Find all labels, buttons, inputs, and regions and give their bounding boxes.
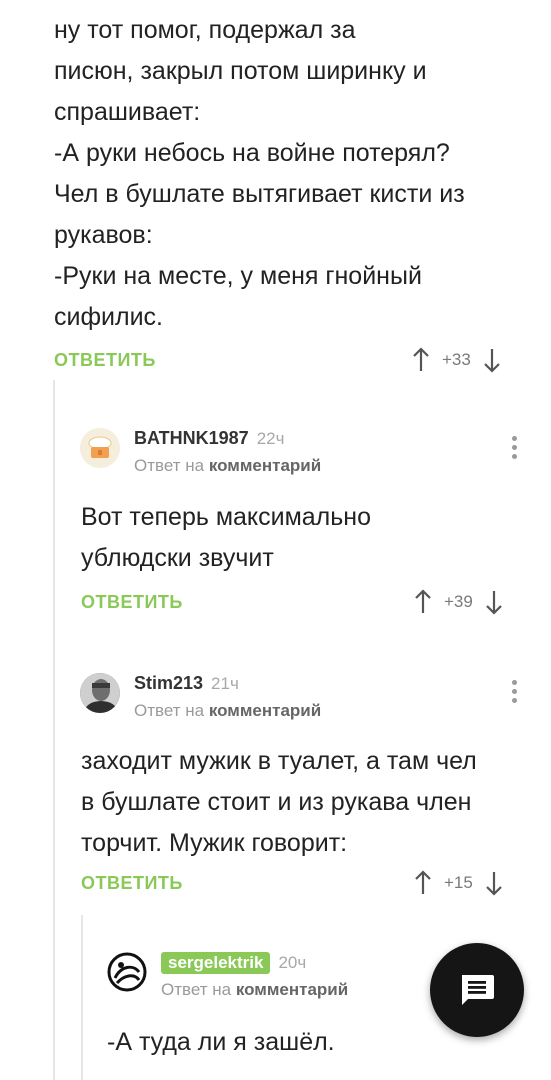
timestamp: 22ч [256, 429, 285, 448]
reply-to: Ответ на комментарий [161, 980, 348, 1000]
upvote-icon[interactable] [414, 589, 432, 615]
comment-line: Вот теперь максимально [81, 503, 372, 531]
comment-line: торчит. Мужик говорит: [81, 829, 348, 857]
reply-to-link[interactable]: комментарий [236, 980, 348, 999]
comment-body: ну тот помог, подержал за писюн, закрыл … [54, 10, 534, 338]
timestamp: 21ч [211, 674, 239, 693]
reply-to: Ответ на комментарий [134, 701, 321, 721]
downvote-icon[interactable] [485, 870, 503, 896]
username[interactable]: sergelektrik [161, 952, 271, 974]
comment-line: ну тот помог, подержал за [54, 16, 356, 44]
downvote-icon[interactable] [485, 589, 503, 615]
downvote-icon[interactable] [483, 347, 501, 373]
comment-meta: Stim213 21ч Ответ на комментарий [134, 673, 321, 721]
logo-avatar-icon[interactable] [107, 952, 147, 992]
reply-to-prefix: Ответ на [134, 701, 205, 720]
vote-control: +39 [414, 587, 503, 617]
upvote-icon[interactable] [414, 870, 432, 896]
score: +39 [444, 592, 473, 611]
comment-header: sergelektrik 20ч Ответ на комментарий [107, 952, 348, 1000]
cake-avatar-icon[interactable] [80, 428, 120, 468]
comment-actions: ОТВЕТИТЬ +39 [81, 587, 531, 617]
comment-meta: sergelektrik 20ч Ответ на комментарий [161, 952, 348, 1000]
thread-line [81, 915, 83, 1080]
comment-meta: BATHNK1987 22ч Ответ на комментарий [134, 428, 321, 476]
photo-avatar-icon[interactable] [80, 673, 120, 713]
new-comment-button[interactable] [430, 943, 524, 1037]
comment-actions: ОТВЕТИТЬ +33 [54, 345, 534, 375]
reply-button[interactable]: ОТВЕТИТЬ [81, 868, 183, 898]
reply-to-prefix: Ответ на [161, 980, 232, 999]
comment-line: -А руки небось на войне потерял? [54, 139, 450, 167]
reply-to-prefix: Ответ на [134, 456, 205, 475]
comment-line: спрашивает: [54, 98, 201, 126]
username[interactable]: Stim213 [134, 673, 203, 694]
username[interactable]: BATHNK1987 [134, 428, 249, 449]
comment-header: BATHNK1987 22ч Ответ на комментарий [80, 428, 321, 476]
upvote-icon[interactable] [412, 347, 430, 373]
comment-line: -Руки на месте, у меня гнойный [54, 262, 422, 290]
score: +15 [444, 873, 473, 892]
comment-body: Вот теперь максимально ублюдски звучит [81, 497, 521, 579]
comment-bathnk1987: Вот теперь максимально ублюдски звучит [81, 497, 521, 579]
message-icon [462, 975, 494, 1005]
thread-line [53, 380, 55, 1080]
score: +33 [442, 350, 471, 369]
comment-line: Чел в бушлате вытягивает кисти из [54, 180, 465, 208]
reply-to-link[interactable]: комментарий [209, 701, 321, 720]
comment-line: в бушлате стоит и из рукава член [81, 788, 472, 816]
comment-body: заходит мужик в туалет, а там чел в бушл… [81, 741, 531, 864]
more-options-icon[interactable] [512, 436, 518, 463]
comment-header: Stim213 21ч Ответ на комментарий [80, 673, 321, 721]
comment-actions: ОТВЕТИТЬ +15 [81, 868, 531, 898]
comment-root: ну тот помог, подержал за писюн, закрыл … [54, 10, 534, 338]
reply-button[interactable]: ОТВЕТИТЬ [81, 587, 183, 617]
comment-line: заходит мужик в туалет, а там чел [81, 747, 477, 775]
reply-to: Ответ на комментарий [134, 456, 321, 476]
reply-button[interactable]: ОТВЕТИТЬ [54, 345, 156, 375]
reply-to-link[interactable]: комментарий [209, 456, 321, 475]
comment-stim213: заходит мужик в туалет, а там чел в бушл… [81, 741, 531, 864]
vote-control: +33 [412, 345, 501, 375]
comment-line: писюн, закрыл потом ширинку и [54, 57, 427, 85]
more-options-icon[interactable] [512, 680, 518, 707]
comment-line: рукавов: [54, 221, 153, 249]
comment-line: ублюдски звучит [81, 544, 274, 572]
comment-line: сифилис. [54, 303, 163, 331]
vote-control: +15 [414, 868, 503, 898]
timestamp: 20ч [278, 953, 307, 972]
